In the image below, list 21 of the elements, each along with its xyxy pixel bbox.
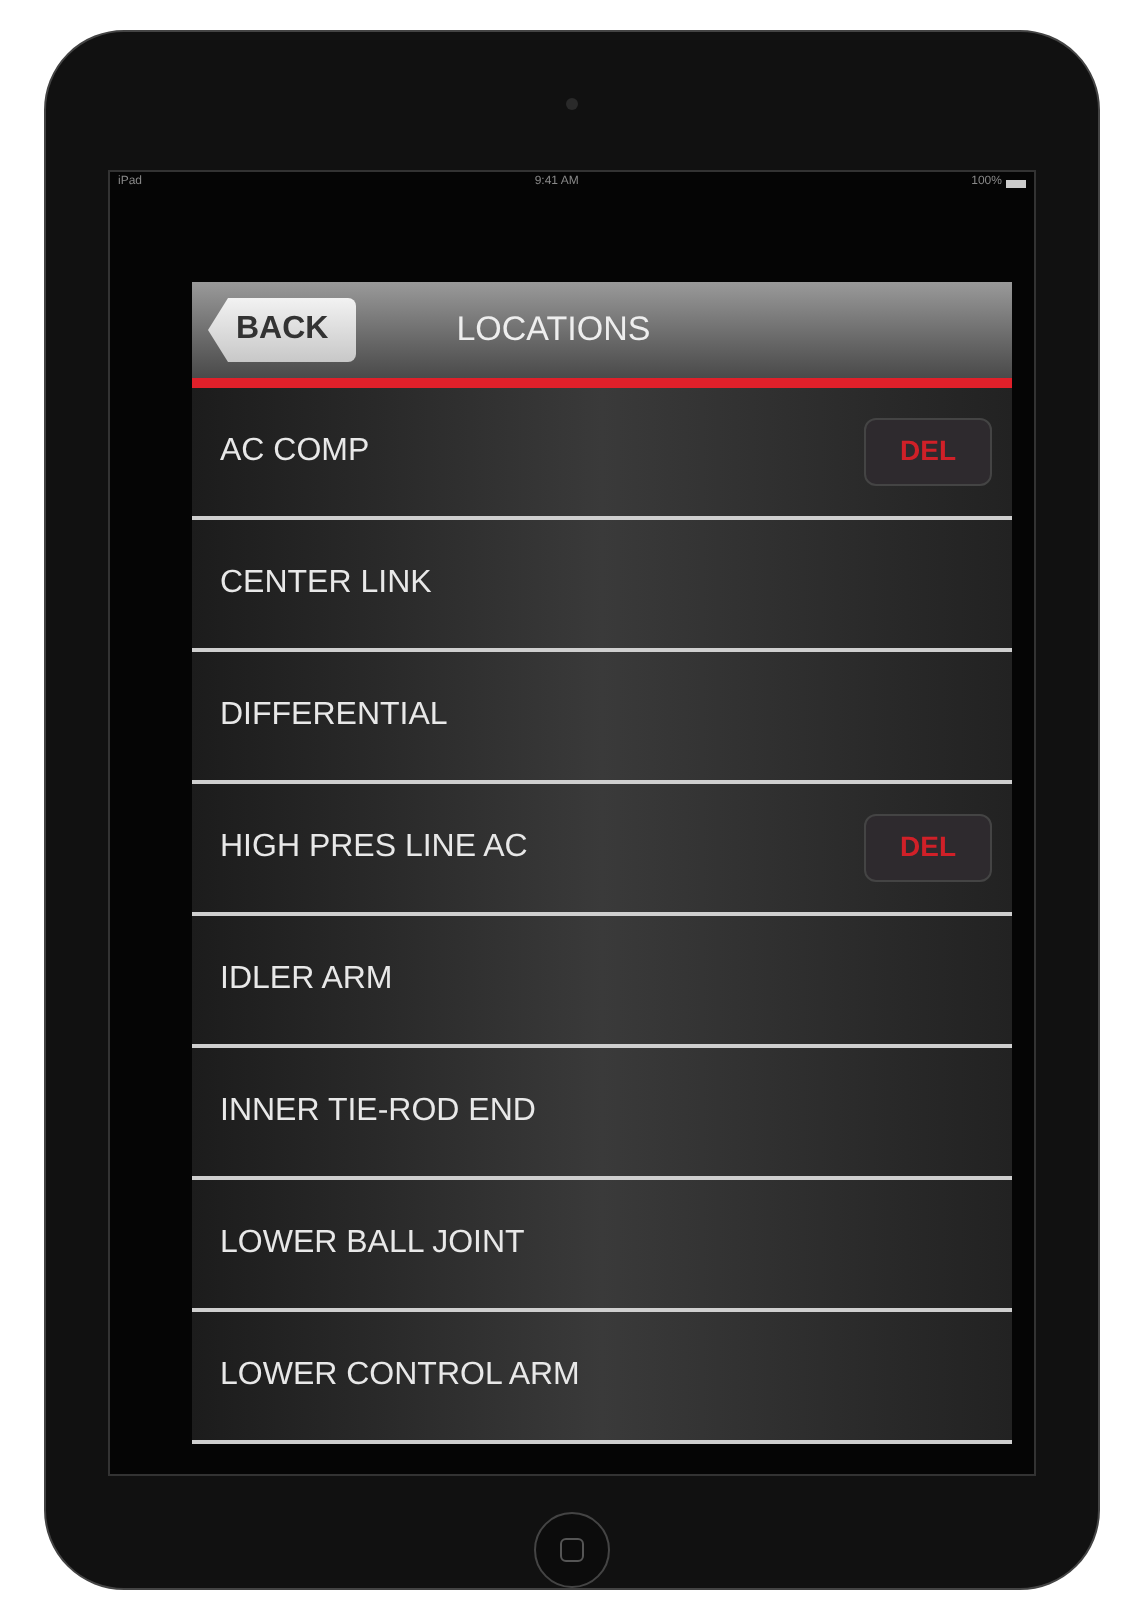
location-row[interactable]: INNER TIE-ROD END: [192, 1047, 1012, 1180]
location-label: LOWER BALL JOINT: [220, 1223, 525, 1264]
location-row[interactable]: CENTER LINK: [192, 519, 1012, 652]
location-row[interactable]: HIGH PRES LINE AC DEL: [192, 783, 1012, 916]
location-row[interactable]: IDLER ARM: [192, 915, 1012, 1048]
location-row[interactable]: AC COMP DEL: [192, 387, 1012, 520]
location-row[interactable]: DIFFERENTIAL: [192, 651, 1012, 784]
location-label: LOWER CONTROL ARM: [220, 1355, 580, 1396]
camera-icon: [566, 98, 578, 110]
location-label: DIFFERENTIAL: [220, 695, 448, 736]
home-button[interactable]: [534, 1512, 610, 1588]
location-row[interactable]: LOWER BALL JOINT: [192, 1179, 1012, 1312]
back-button[interactable]: BACK: [208, 297, 357, 362]
screen-title: LOCATIONS: [456, 308, 651, 353]
location-label: IDLER ARM: [220, 959, 393, 1000]
battery-icon: [1005, 179, 1026, 188]
location-label: CENTER LINK: [220, 563, 432, 604]
location-row[interactable]: LOWER CONTROL ARM: [192, 1311, 1012, 1444]
location-label: HIGH PRES LINE AC: [220, 827, 528, 868]
location-label: AC COMP: [220, 431, 370, 472]
location-label: INNER TIE-ROD END: [220, 1091, 536, 1132]
